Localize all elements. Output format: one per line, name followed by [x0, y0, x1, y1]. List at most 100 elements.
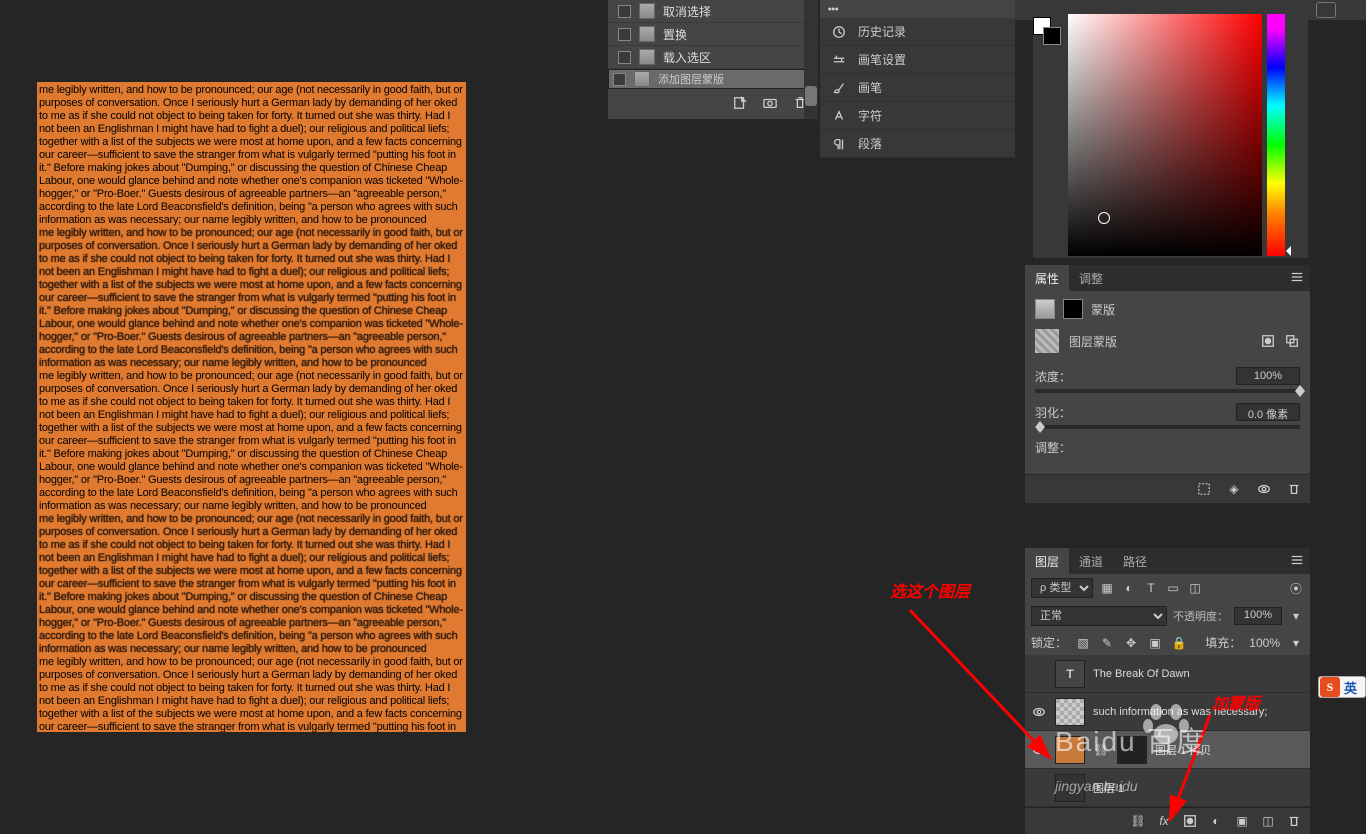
history-item[interactable]: 添加图层蒙版 [608, 69, 818, 89]
opacity-value[interactable]: 100% [1234, 607, 1282, 625]
link-layers-icon[interactable]: ⛓ [1130, 813, 1146, 829]
history-step-label: 置换 [663, 26, 687, 43]
history-icon [830, 23, 848, 41]
delete-mask-icon[interactable] [1286, 481, 1302, 497]
visibility-icon[interactable] [1031, 704, 1047, 720]
panel-history[interactable]: 历史记录 [820, 18, 1015, 46]
visibility-off-icon[interactable] [1031, 780, 1047, 796]
fx-icon[interactable]: fx [1156, 813, 1172, 829]
app-logo-icon[interactable] [1316, 2, 1336, 18]
link-icon[interactable]: ⛓ [1093, 742, 1109, 758]
color-panel [1033, 10, 1308, 258]
layer-item[interactable]: T The Break Of Dawn [1025, 655, 1310, 693]
hue-slider[interactable] [1267, 14, 1285, 256]
color-spectrum[interactable] [1068, 14, 1262, 256]
add-mask-icon[interactable] [1182, 813, 1198, 829]
panel-paragraph[interactable]: 段落 [820, 130, 1015, 158]
new-adjustment-icon[interactable]: ◐ [1208, 813, 1224, 829]
checkbox[interactable] [618, 51, 631, 64]
history-item[interactable]: 置换 [608, 23, 818, 46]
visibility-off-icon[interactable] [1031, 666, 1047, 682]
chevron-down-icon[interactable]: ▾ [1288, 635, 1304, 651]
lock-all-icon[interactable]: 🔒 [1171, 635, 1187, 651]
density-value[interactable]: 100% [1236, 367, 1300, 385]
tab-paths[interactable]: 路径 [1113, 548, 1157, 574]
panel-grip-icon[interactable] [828, 2, 842, 16]
layer-name[interactable]: The Break Of Dawn [1093, 668, 1190, 680]
ime-indicator[interactable]: S 英 [1318, 676, 1366, 698]
tab-adjustments[interactable]: 调整 [1069, 265, 1113, 291]
lock-artboard-icon[interactable]: ▣ [1147, 635, 1163, 651]
lock-transparency-icon[interactable]: ▧ [1075, 635, 1091, 651]
tab-properties[interactable]: 属性 [1025, 265, 1069, 291]
history-item[interactable]: 取消选择 [608, 0, 818, 23]
document-artwork: me legibly written, and how to be pronou… [37, 82, 466, 732]
panel-brush-settings[interactable]: 画笔设置 [820, 46, 1015, 74]
load-selection-icon[interactable] [1196, 481, 1212, 497]
feather-track[interactable] [1035, 425, 1300, 429]
layer-name[interactable]: 图层 1 [1093, 780, 1124, 796]
panel-label: 段落 [858, 135, 882, 152]
new-group-icon[interactable]: ▣ [1234, 813, 1250, 829]
properties-tabs: 属性 调整 [1025, 265, 1310, 291]
layer-thumb [1055, 736, 1085, 764]
layer-item[interactable]: ⛓ 图层 1 拷贝 [1025, 731, 1310, 769]
panel-menu-icon[interactable] [1290, 553, 1304, 570]
tab-layers[interactable]: 图层 [1025, 548, 1069, 574]
layer-filter-bar: ρ 类型 ▦ ◐ T ▭ ◫ ⦿ [1025, 574, 1310, 602]
background-swatch[interactable] [1043, 27, 1061, 45]
layer-name[interactable]: such information as was necessary; [1093, 706, 1267, 718]
tab-channels[interactable]: 通道 [1069, 548, 1113, 574]
add-pixel-mask-icon[interactable] [1260, 333, 1276, 349]
scrollbar-thumb[interactable] [805, 86, 817, 106]
filter-shape-icon[interactable]: ▭ [1165, 580, 1181, 596]
canvas-area[interactable]: me legibly written, and how to be pronou… [0, 0, 608, 832]
vector-mask-icon[interactable] [1063, 299, 1083, 319]
panel-character[interactable]: 字符 [820, 102, 1015, 130]
create-document-icon[interactable] [732, 95, 748, 111]
filter-pixel-icon[interactable]: ▦ [1099, 580, 1115, 596]
layer-thumb [1055, 774, 1085, 802]
apply-mask-icon[interactable]: ◈ [1226, 481, 1242, 497]
fill-value[interactable]: 100% [1249, 636, 1280, 650]
spectrum-cursor[interactable] [1098, 212, 1110, 224]
ime-mode: 英 [1344, 678, 1357, 697]
checkbox[interactable] [613, 73, 626, 86]
filter-kind-select[interactable]: ρ 类型 [1031, 578, 1093, 598]
hue-cursor[interactable] [1281, 246, 1291, 256]
new-layer-icon[interactable]: ◫ [1260, 813, 1276, 829]
opacity-label: 不透明度： [1173, 608, 1228, 624]
panel-label: 画笔设置 [858, 51, 906, 68]
add-vector-mask-icon[interactable] [1284, 333, 1300, 349]
visibility-icon[interactable] [1031, 742, 1047, 758]
slider-thumb[interactable] [1035, 421, 1045, 433]
filter-toggle[interactable]: ⦿ [1288, 580, 1304, 596]
checkbox[interactable] [618, 28, 631, 41]
lock-paint-icon[interactable]: ✎ [1099, 635, 1115, 651]
feather-value[interactable]: 0.0 像素 [1236, 403, 1300, 421]
layer-item[interactable]: 图层 1 [1025, 769, 1310, 807]
density-label: 浓度： [1035, 368, 1071, 385]
toggle-mask-icon[interactable] [1256, 481, 1272, 497]
lock-position-icon[interactable]: ✥ [1123, 635, 1139, 651]
pixel-mask-icon[interactable] [1035, 299, 1055, 319]
slider-thumb[interactable] [1295, 385, 1305, 397]
chevron-down-icon[interactable]: ▾ [1288, 608, 1304, 624]
checkbox[interactable] [618, 5, 631, 18]
filter-type-icon[interactable]: T [1143, 580, 1159, 596]
filter-smart-icon[interactable]: ◫ [1187, 580, 1203, 596]
panel-brushes[interactable]: 画笔 [820, 74, 1015, 102]
history-item[interactable]: 载入选区 [608, 46, 818, 69]
history-scrollbar[interactable] [804, 0, 818, 119]
layer-mask-thumb[interactable] [1035, 329, 1059, 353]
history-footer [608, 89, 818, 119]
delete-layer-icon[interactable] [1286, 813, 1302, 829]
layer-item[interactable]: such information as was necessary; [1025, 693, 1310, 731]
filter-adjust-icon[interactable]: ◐ [1121, 580, 1137, 596]
blend-mode-select[interactable]: 正常 [1031, 606, 1167, 626]
density-track[interactable] [1035, 389, 1300, 393]
fg-bg-swatch[interactable] [1033, 17, 1061, 45]
layer-name[interactable]: 图层 1 拷贝 [1155, 742, 1211, 758]
camera-icon[interactable] [762, 95, 778, 111]
panel-menu-icon[interactable] [1290, 270, 1304, 287]
